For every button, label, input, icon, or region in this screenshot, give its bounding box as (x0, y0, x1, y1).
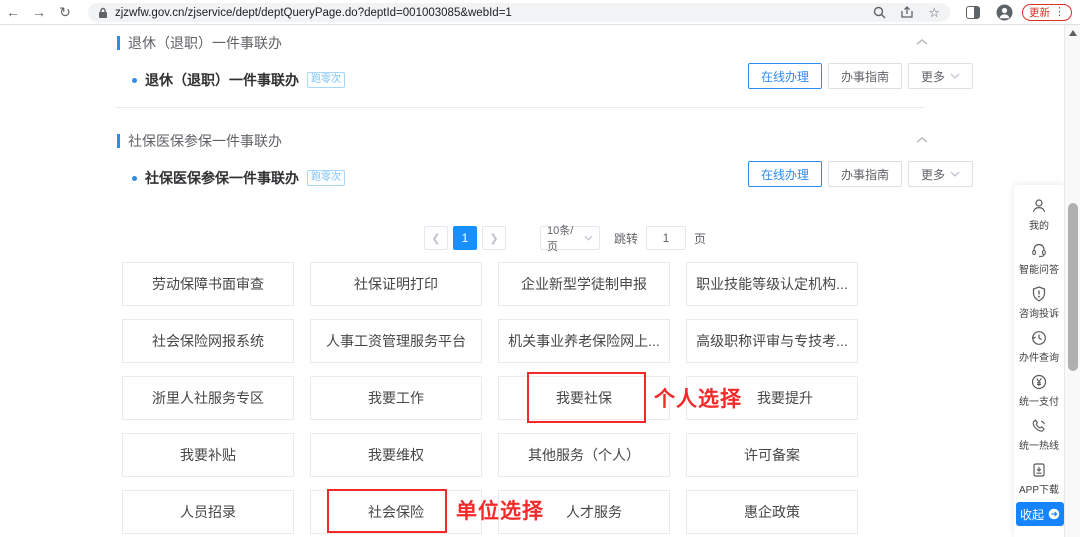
service-cell[interactable]: 人事工资管理服务平台 (310, 319, 482, 363)
sidebar-item-unified-hotline[interactable]: 统一热线 (1014, 413, 1064, 457)
floating-sidebar: 我的 智能问答 咨询投诉 办件查询 统一支付 统一热线 APP下载 (1014, 185, 1064, 537)
zero-trip-badge: 跑零次 (307, 72, 345, 88)
refresh-icon[interactable]: ↻ (52, 5, 78, 19)
service-cell[interactable]: 我要工作 (310, 376, 482, 420)
more-label: 更多 (921, 68, 945, 85)
phone-icon (1030, 417, 1048, 435)
chevron-down-icon (584, 235, 593, 241)
sidebar-item-consult-complaint[interactable]: 咨询投诉 (1014, 281, 1064, 325)
page-size-value: 10条/页 (547, 222, 584, 254)
address-bar[interactable]: zjzwfw.gov.cn/zjservice/dept/deptQueryPa… (88, 3, 950, 22)
shield-alert-icon (1030, 285, 1048, 303)
service-item-shebao[interactable]: 社保医保参保一件事联办 跑零次 (132, 168, 345, 188)
service-cell[interactable]: 企业新型学徒制申报 (498, 262, 670, 306)
section-title-shebao: 社保医保参保一件事联办 (117, 131, 282, 151)
pagination: ❮ 1 ❯ 10条/页 跳转 页 (424, 226, 706, 250)
service-cell[interactable]: 人员招录 (122, 490, 294, 534)
service-cell[interactable]: 人才服务 (498, 490, 670, 534)
service-cell[interactable]: 惠企政策 (686, 490, 858, 534)
user-icon (1030, 197, 1048, 215)
lock-icon (98, 7, 108, 19)
service-guide-button[interactable]: 办事指南 (828, 161, 902, 187)
more-button[interactable]: 更多 (908, 63, 973, 89)
service-item-title[interactable]: 退休（退职）一件事联办 (145, 70, 299, 90)
section-collapse-icon[interactable] (916, 38, 928, 46)
service-cell[interactable]: 我要补贴 (122, 433, 294, 477)
service-cell[interactable]: 社保证明打印 (310, 262, 482, 306)
scrollbar-thumb[interactable] (1068, 203, 1078, 371)
online-handle-button[interactable]: 在线办理 (748, 161, 822, 187)
sidebar-item-case-query[interactable]: 办件查询 (1014, 325, 1064, 369)
service-cell[interactable]: 劳动保障书面审查 (122, 262, 294, 306)
service-cell[interactable]: 浙里人社服务专区 (122, 376, 294, 420)
service-cell[interactable]: 职业技能等级认定机构... (686, 262, 858, 306)
history-icon (1030, 329, 1048, 347)
action-buttons-shebao: 在线办理 办事指南 更多 (748, 161, 973, 187)
section-title-retirement: 退休（退职）一件事联办 (117, 33, 282, 53)
profile-avatar-icon[interactable] (996, 4, 1013, 21)
headset-icon (1030, 241, 1048, 259)
service-cell[interactable]: 社会保险网报系统 (122, 319, 294, 363)
sidebar-item-app-download[interactable]: APP下载 (1014, 457, 1064, 501)
yuan-circle-icon (1030, 373, 1048, 391)
more-button[interactable]: 更多 (908, 161, 973, 187)
chrome-update-button[interactable]: 更新 ⋮ (1022, 4, 1072, 21)
section-divider (115, 107, 925, 108)
section-title-text: 退休（退职）一件事联办 (128, 33, 282, 53)
section-collapse-icon[interactable] (916, 136, 928, 144)
bullet-icon (132, 176, 137, 181)
service-cell-shehuibaoxian[interactable]: 社会保险 (310, 490, 482, 534)
prev-page-button[interactable]: ❮ (424, 226, 448, 250)
zoom-icon[interactable] (873, 6, 886, 19)
page-unit-label: 页 (694, 230, 706, 247)
sidebar-item-mine[interactable]: 我的 (1014, 193, 1064, 237)
sidebar-item-unified-payment[interactable]: 统一支付 (1014, 369, 1064, 413)
scroll-up-arrow-icon[interactable] (1069, 30, 1077, 36)
service-cell[interactable]: 高级职称评审与专技考... (686, 319, 858, 363)
service-item-title[interactable]: 社保医保参保一件事联办 (145, 168, 299, 188)
section-accent-bar (117, 36, 120, 50)
service-cell-wyshebao[interactable]: 我要社保 (498, 376, 670, 420)
online-handle-button[interactable]: 在线办理 (748, 63, 822, 89)
page-size-select[interactable]: 10条/页 (540, 226, 600, 250)
next-page-button[interactable]: ❯ (482, 226, 506, 250)
zero-trip-badge: 跑零次 (307, 170, 345, 186)
update-label: 更新 (1029, 5, 1050, 20)
side-panel-icon[interactable] (966, 6, 980, 19)
action-buttons-retirement: 在线办理 办事指南 更多 (748, 63, 973, 89)
current-page-button[interactable]: 1 (453, 226, 477, 250)
section-accent-bar (117, 134, 120, 148)
sidebar-collapse-button[interactable]: 收起 (1016, 502, 1064, 526)
chevron-down-icon (950, 171, 960, 177)
bookmark-star-icon[interactable]: ☆ (928, 5, 940, 21)
browser-toolbar: ← → ↻ zjzwfw.gov.cn/zjservice/dept/deptQ… (0, 0, 1080, 25)
forward-icon[interactable]: → (26, 5, 52, 19)
jump-label: 跳转 (614, 230, 638, 247)
service-cell[interactable]: 我要提升 (686, 376, 858, 420)
jump-page-input[interactable] (646, 226, 686, 250)
url-text[interactable]: zjzwfw.gov.cn/zjservice/dept/deptQueryPa… (115, 7, 859, 19)
browser-window: ← → ↻ zjzwfw.gov.cn/zjservice/dept/deptQ… (0, 0, 1080, 537)
menu-dots-icon: ⋮ (1054, 7, 1065, 18)
service-cell[interactable]: 其他服务（个人） (498, 433, 670, 477)
chevron-down-icon (950, 73, 960, 79)
service-guide-button[interactable]: 办事指南 (828, 63, 902, 89)
page-scrollbar[interactable] (1064, 25, 1080, 537)
more-label: 更多 (921, 166, 945, 183)
sidebar-item-smart-qa[interactable]: 智能问答 (1014, 237, 1064, 281)
service-item-retirement[interactable]: 退休（退职）一件事联办 跑零次 (132, 70, 345, 90)
service-cell[interactable]: 许可备案 (686, 433, 858, 477)
share-icon[interactable] (900, 6, 914, 19)
section-title-text: 社保医保参保一件事联办 (128, 131, 282, 151)
service-cell[interactable]: 我要维权 (310, 433, 482, 477)
arrow-right-circle-icon (1048, 508, 1060, 520)
service-cell[interactable]: 机关事业养老保险网上... (498, 319, 670, 363)
bullet-icon (132, 78, 137, 83)
back-icon[interactable]: ← (0, 5, 26, 19)
app-download-icon (1030, 461, 1048, 479)
